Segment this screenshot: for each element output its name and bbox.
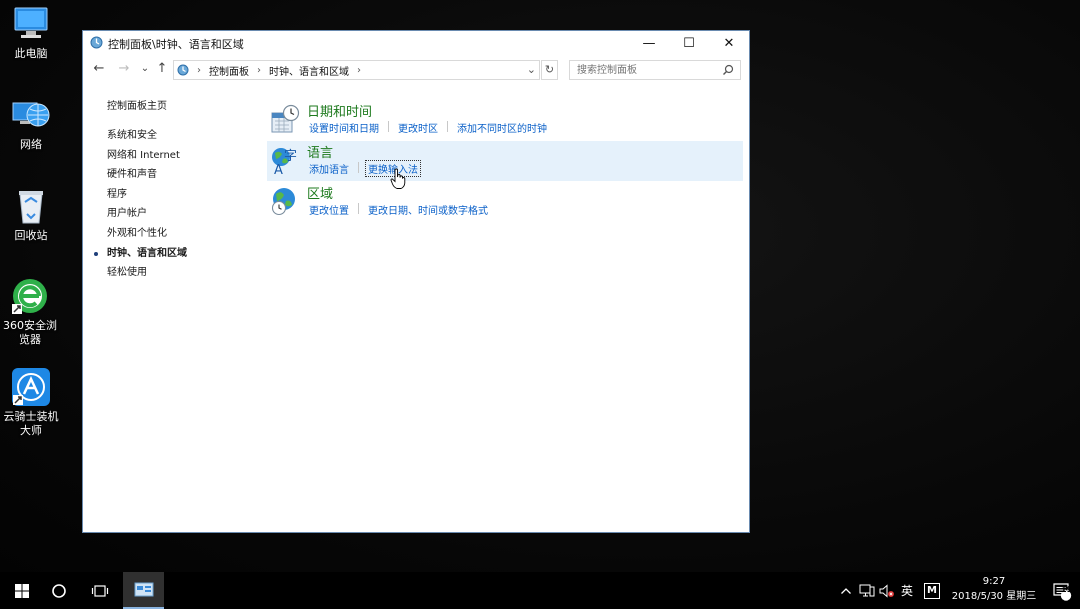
cortana-circle-icon <box>52 583 66 598</box>
sidebar-item-system-security[interactable]: 系统和安全 <box>107 126 257 146</box>
link-separator <box>358 162 359 173</box>
show-hidden-icons-button[interactable] <box>840 572 852 609</box>
chevron-right-icon[interactable]: › <box>357 65 361 76</box>
search-box[interactable] <box>569 60 741 80</box>
chevron-right-icon: › <box>257 64 261 76</box>
sidebar-home-link[interactable]: 控制面板主页 <box>107 97 257 112</box>
maximize-icon: ☐ <box>683 35 695 51</box>
link-add-language[interactable]: 添加语言 <box>307 161 351 176</box>
address-dropdown-icon[interactable]: ⌄ <box>527 63 536 76</box>
taskbar: 英 M 9:27 2018/5/30 星期三 19 <box>0 572 1080 609</box>
360-browser-icon <box>10 276 50 316</box>
control-panel-window: 控制面板\时钟、语言和区域 — ☐ ✕ ← → ⌄ ↑ › 控制面板 › 时钟、… <box>82 30 750 533</box>
breadcrumb-clock-language-region[interactable]: 时钟、语言和区域 <box>269 63 349 78</box>
recycle-bin-icon <box>11 186 51 226</box>
recent-locations-button[interactable]: ⌄ <box>137 62 153 76</box>
clock-date: 2018/5/30 星期三 <box>951 591 1037 602</box>
close-button[interactable]: ✕ <box>709 31 749 55</box>
back-button[interactable]: ← <box>91 62 107 76</box>
sidebar-item-appearance[interactable]: 外观和个性化 <box>107 224 257 244</box>
desktop-icon-label: 网络 <box>20 138 42 151</box>
forward-button[interactable]: → <box>116 62 132 76</box>
svg-text:字: 字 <box>284 149 297 164</box>
globe-clock-icon <box>271 188 295 216</box>
sidebar: 控制面板主页 系统和安全 网络和 Internet 硬件和声音 程序 用户帐户 … <box>94 97 257 283</box>
link-change-formats[interactable]: 更改日期、时间或数字格式 <box>366 202 490 217</box>
taskbar-control-panel[interactable] <box>123 572 164 609</box>
windows-logo-icon <box>15 583 29 598</box>
link-set-time-date[interactable]: 设置时间和日期 <box>307 120 381 135</box>
ime-language-indicator[interactable]: 英 <box>901 572 913 609</box>
desktop-icon-label: 360安全浏览器 <box>3 319 57 346</box>
sidebar-item-hardware-sound[interactable]: 硬件和声音 <box>107 165 257 185</box>
ime-mode-label: M <box>924 582 940 599</box>
minimize-button[interactable]: — <box>629 31 669 55</box>
link-add-clocks[interactable]: 添加不同时区的时钟 <box>455 120 549 135</box>
link-change-timezone[interactable]: 更改时区 <box>396 120 440 135</box>
search-input[interactable] <box>570 61 717 79</box>
title-bar[interactable]: 控制面板\时钟、语言和区域 — ☐ ✕ <box>83 31 749 55</box>
calendar-clock-icon <box>271 104 300 133</box>
maximize-button[interactable]: ☐ <box>669 31 709 55</box>
close-icon: ✕ <box>723 35 735 51</box>
taskbar-clock[interactable]: 9:27 2018/5/30 星期三 <box>948 574 1040 604</box>
search-icon <box>723 64 734 75</box>
sidebar-item-programs[interactable]: 程序 <box>107 185 257 205</box>
link-separator <box>388 121 389 132</box>
desktop-icon-yunqishi[interactable]: 云骑士装机大师 <box>0 367 62 438</box>
category-language: 字 A 语言 添加语言 更换输入法 <box>267 141 743 181</box>
refresh-button[interactable]: ↻ <box>541 60 558 80</box>
link-separator <box>447 121 448 132</box>
notification-count: 19 <box>1061 585 1073 594</box>
minimize-icon: — <box>642 35 656 51</box>
task-view-icon <box>91 584 109 597</box>
control-panel-icon <box>177 64 189 76</box>
desktop-icon-label: 回收站 <box>14 229 48 242</box>
category-region: 区域 更改位置 更改日期、时间或数字格式 <box>267 182 743 222</box>
svg-text:A: A <box>274 163 283 175</box>
address-bar[interactable]: › 控制面板 › 时钟、语言和区域 › ⌄ <box>173 60 540 80</box>
cortana-button[interactable] <box>37 572 81 609</box>
volume-button[interactable] <box>879 572 895 609</box>
network-computer-icon <box>859 584 875 596</box>
chevron-right-icon: › <box>197 64 201 76</box>
breadcrumb-control-panel[interactable]: 控制面板 <box>209 63 249 78</box>
language-icon: 字 A <box>272 148 297 175</box>
clock-time: 9:27 <box>982 576 1006 587</box>
category-title[interactable]: 语言 <box>307 142 333 161</box>
sidebar-item-network-internet[interactable]: 网络和 Internet <box>107 146 257 166</box>
category-title[interactable]: 日期和时间 <box>307 101 372 120</box>
yunqishi-installer-icon <box>11 367 51 407</box>
navigation-bar: ← → ⌄ ↑ › 控制面板 › 时钟、语言和区域 › ⌄ ↻ <box>83 56 749 84</box>
desktop-icon-label: 云骑士装机大师 <box>3 410 59 437</box>
task-view-button[interactable] <box>78 572 122 609</box>
computer-icon <box>11 4 51 44</box>
network-status-button[interactable] <box>859 572 875 609</box>
volume-muted-icon <box>879 583 894 598</box>
up-button[interactable]: ↑ <box>154 62 170 76</box>
category-date-time: 日期和时间 设置时间和日期 更改时区 添加不同时区的时钟 <box>267 100 743 140</box>
refresh-icon: ↻ <box>544 63 555 76</box>
ime-mode-button[interactable]: M <box>924 572 940 609</box>
chevron-up-icon <box>841 587 851 594</box>
link-change-location[interactable]: 更改位置 <box>307 202 351 217</box>
desktop-icon-this-pc[interactable]: 此电脑 <box>0 4 62 61</box>
sidebar-item-user-accounts[interactable]: 用户帐户 <box>107 204 257 224</box>
link-separator <box>358 203 359 214</box>
desktop-icon-360-browser[interactable]: 360安全浏览器 <box>0 276 62 347</box>
network-icon <box>11 95 51 135</box>
hand-cursor-icon <box>390 168 406 189</box>
desktop-icon-recycle-bin[interactable]: 回收站 <box>0 186 62 243</box>
window-title: 控制面板\时钟、语言和区域 <box>108 38 244 51</box>
sidebar-item-clock-language-region[interactable]: 时钟、语言和区域 <box>94 244 257 264</box>
category-title[interactable]: 区域 <box>307 183 333 202</box>
control-panel-icon <box>134 582 153 596</box>
action-center-button[interactable]: 19 <box>1052 572 1072 609</box>
desktop-icon-label: 此电脑 <box>14 47 48 60</box>
control-panel-icon <box>90 36 103 49</box>
sidebar-item-ease-of-access[interactable]: 轻松使用 <box>107 263 257 283</box>
desktop-icon-network[interactable]: 网络 <box>0 95 62 152</box>
